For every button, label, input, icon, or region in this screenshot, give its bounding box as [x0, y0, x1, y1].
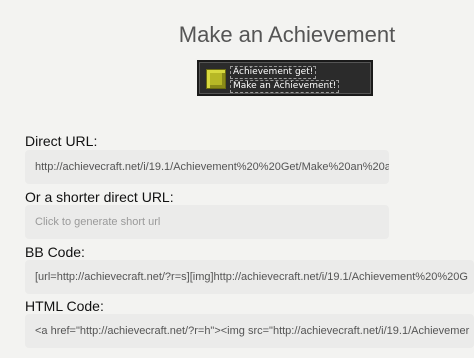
grass-block-icon — [206, 69, 226, 89]
page-title: Make an Achievement — [178, 22, 396, 47]
direct-url-field[interactable]: http://achievecraft.net/i/19.1/Achieveme… — [25, 150, 389, 184]
short-url-label: Or a shorter direct URL: — [25, 189, 174, 205]
bb-code-field[interactable]: [url=http://achievecraft.net/?r=s][img]h… — [25, 260, 474, 294]
achievement-title-text: Achievement get! — [230, 66, 317, 79]
achievement-description-text: Make an Achievement! — [230, 80, 340, 93]
direct-url-label: Direct URL: — [25, 133, 98, 149]
html-code-label: HTML Code: — [25, 298, 104, 314]
html-code-field[interactable]: <a href="http://achievecraft.net/?r=h"><… — [25, 314, 474, 348]
short-url-button[interactable]: Click to generate short url — [25, 205, 389, 239]
bb-code-label: BB Code: — [25, 244, 85, 260]
achievement-preview: Achievement get! Make an Achievement! — [197, 60, 373, 96]
